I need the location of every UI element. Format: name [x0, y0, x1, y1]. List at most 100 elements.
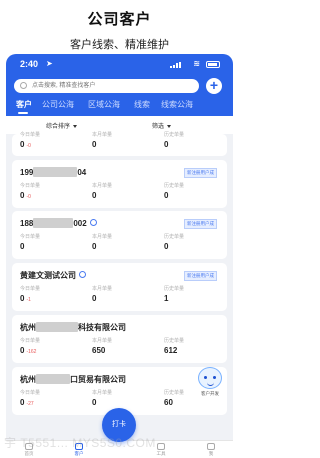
customer-tabs: 客户 公司公海 区域公海 线索 线索公海	[16, 99, 226, 114]
status-badge: 新注册用户成	[184, 271, 217, 281]
stat-today: 今日单量 0 -0	[20, 182, 85, 200]
status-badge: 新注册用户成	[184, 168, 217, 178]
nav-label: 我	[208, 451, 214, 456]
stat-label: 今日单量	[20, 390, 41, 396]
customer-card[interactable]: 188 002 新注册用户成 今日单量 0 本月单量 0 历史单量 0	[12, 211, 227, 259]
stat-label: 历史单量	[164, 338, 185, 344]
wifi-icon: ≋	[193, 59, 200, 68]
chevron-down-icon	[167, 124, 172, 128]
redacted-mask	[36, 322, 78, 332]
tab-leads[interactable]: 线索	[134, 99, 150, 110]
filter-dropdown[interactable]: 筛选	[152, 121, 172, 130]
add-customer-button[interactable]: +	[206, 78, 222, 94]
stat-value: 0	[164, 242, 169, 251]
customer-dev-assistant[interactable]: 客户开发	[194, 367, 226, 403]
stat-value: 612	[164, 346, 178, 355]
verified-icon	[89, 219, 97, 226]
stat-value: 0	[20, 294, 25, 303]
stat-month: 本月单量 0	[92, 233, 157, 251]
stat-today: 今日单量 0 -0	[20, 131, 85, 149]
stat-month: 本月单量 0	[92, 285, 157, 303]
status-badge: 新注册用户成	[184, 219, 217, 229]
phone-screen: 2:40 ➤ ≋ + 客户 公司公海 区域公海 线索 线索公海 综合排序 筛选 …	[6, 54, 233, 458]
stat-today: 今日单量 0 -1	[20, 285, 85, 303]
stat-value: 0	[164, 140, 169, 149]
customer-card[interactable]: 黄建文测试公司 新注册用户成 今日单量 0 -1 本月单量 0 历史单量 1	[12, 263, 227, 311]
promo-subtitle: 客户线索、精准维护	[70, 39, 169, 51]
stat-value: 0	[92, 242, 97, 251]
stat-history: 历史单量 1	[164, 285, 229, 303]
search-bar[interactable]	[14, 79, 199, 93]
nav-label: 工具	[156, 451, 166, 456]
filter-label: 筛选	[152, 124, 165, 130]
redacted-mask	[36, 374, 70, 384]
stat-today: 今日单量 0	[20, 233, 85, 251]
watermark: 宇 T5551... MYS5S0.COM	[4, 436, 156, 450]
stat-label: 历史单量	[164, 234, 185, 240]
promo-title: 公司客户	[87, 11, 152, 28]
stat-delta: -0	[26, 194, 31, 200]
stat-label: 今日单量	[20, 183, 41, 189]
stat-label: 今日单量	[20, 132, 41, 138]
tab-company-pool[interactable]: 公司公海	[42, 99, 74, 110]
redacted-mask	[33, 167, 78, 177]
stat-history: 历史单量 0	[164, 233, 229, 251]
signal-icon	[170, 62, 182, 68]
sort-label: 综合排序	[46, 124, 71, 130]
stat-value: 0	[20, 346, 25, 355]
customer-card[interactable]: 今日单量 0 -0 本月单量 0 历史单量 0	[12, 131, 229, 156]
stat-month: 本月单量 0	[92, 389, 157, 407]
stat-value: 0	[20, 398, 25, 407]
stat-value: 0	[92, 398, 97, 407]
chevron-down-icon	[73, 124, 78, 128]
battery-icon	[206, 61, 220, 68]
nav-label: 客户	[74, 451, 84, 456]
stat-history: 历史单量 0	[164, 182, 229, 200]
verified-icon	[79, 271, 86, 278]
nav-label: 首页	[24, 451, 34, 456]
stat-delta: -27	[26, 401, 34, 407]
redacted-mask	[33, 218, 74, 228]
search-icon	[20, 82, 27, 89]
stat-label: 本月单量	[92, 183, 113, 189]
stat-history: 历史单量 0	[164, 131, 229, 149]
stat-label: 本月单量	[92, 390, 113, 396]
customer-card[interactable]: 199 04 新注册用户成 今日单量 0 -0 本月单量 0 历史单量 0	[12, 160, 227, 208]
tab-customers[interactable]: 客户	[16, 99, 32, 114]
stat-month: 本月单量 650	[92, 337, 157, 355]
stat-delta: -0	[26, 143, 31, 149]
tab-leads-pool[interactable]: 线索公海	[161, 99, 193, 110]
stat-label: 本月单量	[92, 234, 113, 240]
stat-label: 今日单量	[20, 234, 41, 240]
stat-label: 今日单量	[20, 338, 41, 344]
stat-label: 历史单量	[164, 183, 185, 189]
stat-value: 0	[92, 294, 97, 303]
location-arrow-icon: ➤	[46, 59, 53, 68]
sort-dropdown[interactable]: 综合排序	[46, 121, 78, 130]
stat-label: 本月单量	[92, 338, 113, 344]
stat-label: 今日单量	[20, 286, 41, 292]
stat-value: 0	[92, 191, 97, 200]
stat-value: 1	[164, 294, 169, 303]
stat-value: 0	[20, 140, 25, 149]
search-input[interactable]	[32, 80, 192, 92]
stat-value: 650	[92, 346, 106, 355]
robot-mascot-icon	[198, 367, 222, 389]
stat-delta: -162	[26, 349, 37, 355]
stat-today: 今日单量 0 -162	[20, 337, 85, 355]
status-time: 2:40	[20, 59, 39, 69]
tab-region-pool[interactable]: 区域公海	[88, 99, 120, 110]
status-bar: 2:40 ➤ ≋	[20, 59, 220, 71]
stat-value: 0	[20, 242, 25, 251]
customer-name: 199 04	[20, 167, 87, 177]
app-header: 2:40 ➤ ≋ + 客户 公司公海 区域公海 线索 线索公海	[6, 54, 233, 116]
stat-history: 历史单量 612	[164, 337, 229, 355]
stat-value: 0	[164, 191, 169, 200]
customer-name: 黄建文测试公司	[20, 270, 86, 281]
customer-name: 杭州 科技有限公司	[20, 322, 126, 332]
stat-label: 历史单量	[164, 132, 185, 138]
stat-month: 本月单量 0	[92, 131, 157, 149]
customer-card[interactable]: 杭州 科技有限公司 今日单量 0 -162 本月单量 650 历史单量 612	[12, 315, 227, 363]
stat-value: 0	[20, 191, 25, 200]
stat-month: 本月单量 0	[92, 182, 157, 200]
